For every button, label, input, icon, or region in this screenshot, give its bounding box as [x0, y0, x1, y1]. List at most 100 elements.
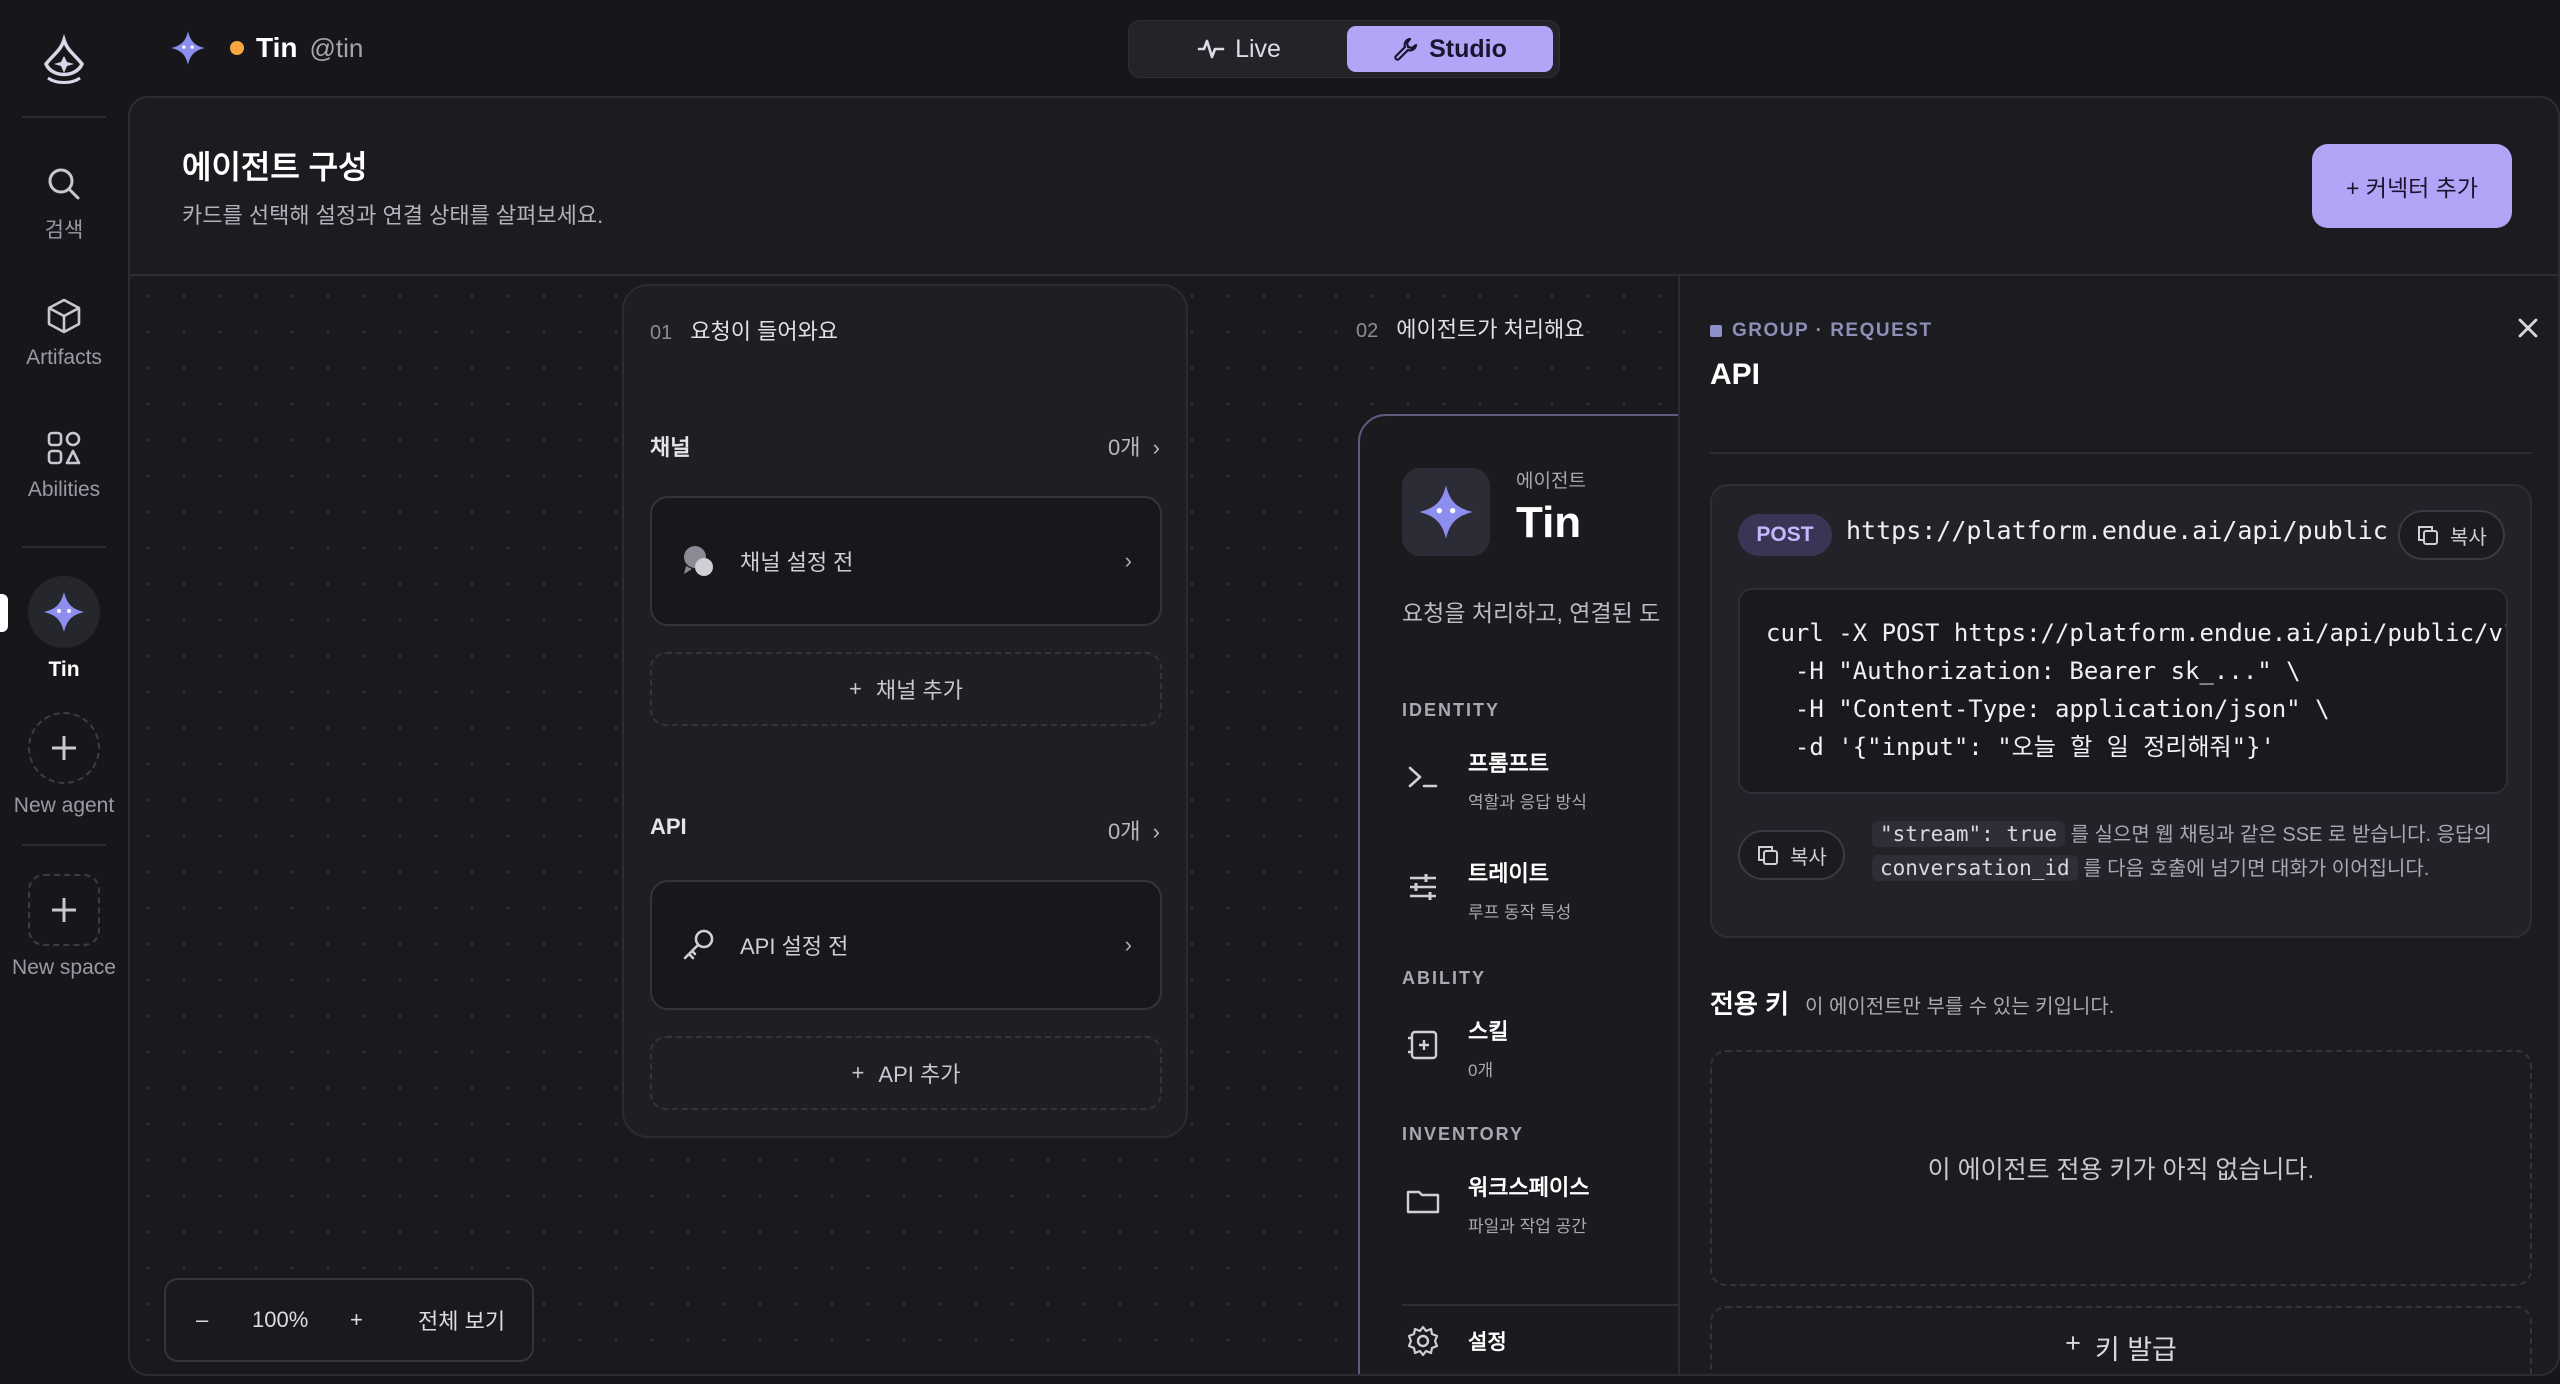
rail-search[interactable]: 검색 [0, 164, 128, 244]
live-mode-label: Live [1235, 34, 1281, 63]
chevron-right-icon: › [1124, 548, 1132, 573]
prompt-sub: 역할과 응답 방식 [1468, 793, 1587, 812]
channel-slot-card[interactable]: 채널 설정 전 › [650, 496, 1162, 626]
api-label: API [650, 814, 687, 839]
rail-agent-tin[interactable]: Tin [0, 576, 128, 682]
zoom-out-button[interactable]: – [196, 1307, 208, 1333]
fit-view-button[interactable]: 전체 보기 [418, 1304, 505, 1336]
inline-code: conversation_id [1872, 855, 2078, 881]
page-title: 에이전트 구성 [182, 149, 368, 185]
avatar [1402, 468, 1490, 556]
traits-item[interactable]: 트레이트루프 동작 특성 [1402, 856, 1571, 923]
drawer-divider [1710, 452, 2532, 454]
plus-icon [28, 874, 100, 946]
live-mode-button[interactable]: Live [1137, 26, 1341, 72]
copy-icon [2418, 526, 2438, 545]
status-dot [230, 41, 244, 55]
cube-icon [47, 298, 81, 334]
add-connector-button[interactable]: + 커넥터 추가 [2312, 144, 2512, 228]
zoom-level: 100% [252, 1307, 309, 1332]
prompt-item[interactable]: 프롬프트역할과 응답 방식 [1402, 746, 1587, 813]
terminal-icon [1408, 766, 1438, 788]
rail-artifacts[interactable]: Artifacts [0, 296, 128, 370]
copy-label: 복사 [1790, 846, 1827, 869]
copy-icon [1758, 846, 1778, 865]
settings-item[interactable]: 설정 [1402, 1320, 1507, 1362]
main-panel: 에이전트 구성 카드를 선택해 설정과 연결 상태를 살펴보세요. + 커넥터 … [128, 96, 2560, 1376]
curl-code-block[interactable]: curl -X POST https://platform.endue.ai/a… [1738, 588, 2508, 794]
agent-tag: 에이전트 [1516, 471, 1586, 492]
star-agent-icon [44, 592, 84, 632]
identity-group-label: IDENTITY [1402, 700, 1501, 720]
rail-search-label: 검색 [44, 219, 84, 242]
api-count: 0개 › [1107, 819, 1160, 844]
api-slot-card[interactable]: API 설정 전 › [650, 880, 1162, 1010]
plus-icon: + [849, 676, 862, 701]
star-agent-icon [1419, 485, 1473, 539]
copy-label: 복사 [2450, 526, 2487, 549]
workspace-title: 워크스페이스 [1468, 1175, 1590, 1200]
studio-mode-button[interactable]: Studio [1347, 26, 1553, 72]
column-title: 요청이 들어와요 [690, 319, 839, 344]
avatar [28, 576, 100, 648]
agent-breadcrumb[interactable]: Tin @tin [168, 28, 363, 68]
chat-bubbles-icon [684, 546, 713, 576]
gear-icon [1407, 1325, 1439, 1357]
rail-new-agent[interactable]: New agent [0, 712, 128, 818]
rail-abilities[interactable]: Abilities [0, 428, 128, 502]
add-api-button[interactable]: + API 추가 [650, 1036, 1162, 1110]
skills-item[interactable]: 스킬 0개 [1402, 1014, 1508, 1081]
api-section-header[interactable]: API 0개 › [650, 814, 1160, 846]
channel-label: 채널 [650, 435, 691, 460]
chevron-right-icon: › [1124, 932, 1132, 957]
page-subtitle: 카드를 선택해 설정과 연결 상태를 살펴보세요. [182, 203, 604, 228]
skills-title: 스킬 [1468, 1019, 1509, 1044]
settings-label: 설정 [1468, 1331, 1507, 1354]
issue-key-button[interactable]: + 키 발급 [1710, 1306, 2532, 1374]
plus-icon [28, 712, 100, 784]
endpoint-url[interactable]: https://platform.endue.ai/api/public/v [1846, 516, 2386, 545]
column-header: 02 에이전트가 처리해요 [1356, 312, 1585, 344]
traits-title: 트레이트 [1468, 861, 1549, 886]
skill-scroll-icon [1408, 1030, 1438, 1060]
rail-divider [22, 546, 106, 548]
sliders-icon [1410, 874, 1436, 900]
drawer-group-label: GROUP · REQUEST [1710, 320, 1933, 342]
app-logo-icon[interactable] [36, 34, 92, 90]
agent-card-name: Tin [1516, 498, 1582, 547]
copy-code-button[interactable]: 복사 [1738, 830, 1845, 880]
agent-handle: @tin [309, 32, 364, 63]
zoom-in-button[interactable]: + [350, 1307, 363, 1333]
skills-count: 0개 [1468, 1061, 1494, 1080]
page-header: 에이전트 구성 카드를 선택해 설정과 연결 상태를 살펴보세요. + 커넥터 … [130, 98, 2558, 276]
rail-abilities-label: Abilities [27, 478, 101, 501]
copy-endpoint-button[interactable]: 복사 [2398, 510, 2505, 560]
inline-code: "stream": true [1872, 821, 2066, 847]
agent-name: Tin [256, 32, 298, 63]
detail-drawer: GROUP · REQUEST API POST https://platfor… [1678, 276, 2558, 1374]
prompt-title: 프롬프트 [1468, 751, 1549, 776]
group-square-icon [1710, 325, 1722, 337]
dedicated-key-header: 전용 키 이 에이전트만 부를 수 있는 키입니다. [1710, 984, 2114, 1021]
star-agent-icon [171, 31, 205, 65]
mode-toggle: Live Studio [1128, 20, 1560, 78]
code-line: curl -X POST https://platform.endue.ai/a… [1766, 619, 2508, 647]
close-icon[interactable] [2510, 310, 2546, 346]
traits-sub: 루프 동작 특성 [1468, 903, 1572, 922]
workspace-item[interactable]: 워크스페이스 파일과 작업 공간 [1402, 1170, 1589, 1237]
add-api-label: API 추가 [878, 1062, 961, 1087]
rail-artifacts-label: Artifacts [26, 346, 102, 369]
ability-group-label: ABILITY [1402, 968, 1486, 988]
drawer-title: API [1710, 358, 1761, 391]
channel-count: 0개 › [1107, 435, 1160, 460]
rail-new-space[interactable]: New space [0, 874, 128, 980]
flow-canvas[interactable]: 01 요청이 들어와요 채널 0개 › 채널 설정 전 › + 채널 추가 API… [130, 278, 1758, 1374]
http-method-badge: POST [1738, 514, 1832, 556]
code-line: -d '{"input": "오늘 할 일 정리해줘"}' [1766, 733, 2275, 761]
inventory-group-label: INVENTORY [1402, 1124, 1525, 1144]
code-line: -H "Content-Type: application/json" \ [1766, 695, 2330, 723]
api-slot-label: API 설정 전 [740, 934, 849, 959]
add-channel-button[interactable]: + 채널 추가 [650, 652, 1162, 726]
channel-slot-label: 채널 설정 전 [740, 550, 854, 575]
channel-section-header[interactable]: 채널 0개 › [650, 430, 1160, 462]
